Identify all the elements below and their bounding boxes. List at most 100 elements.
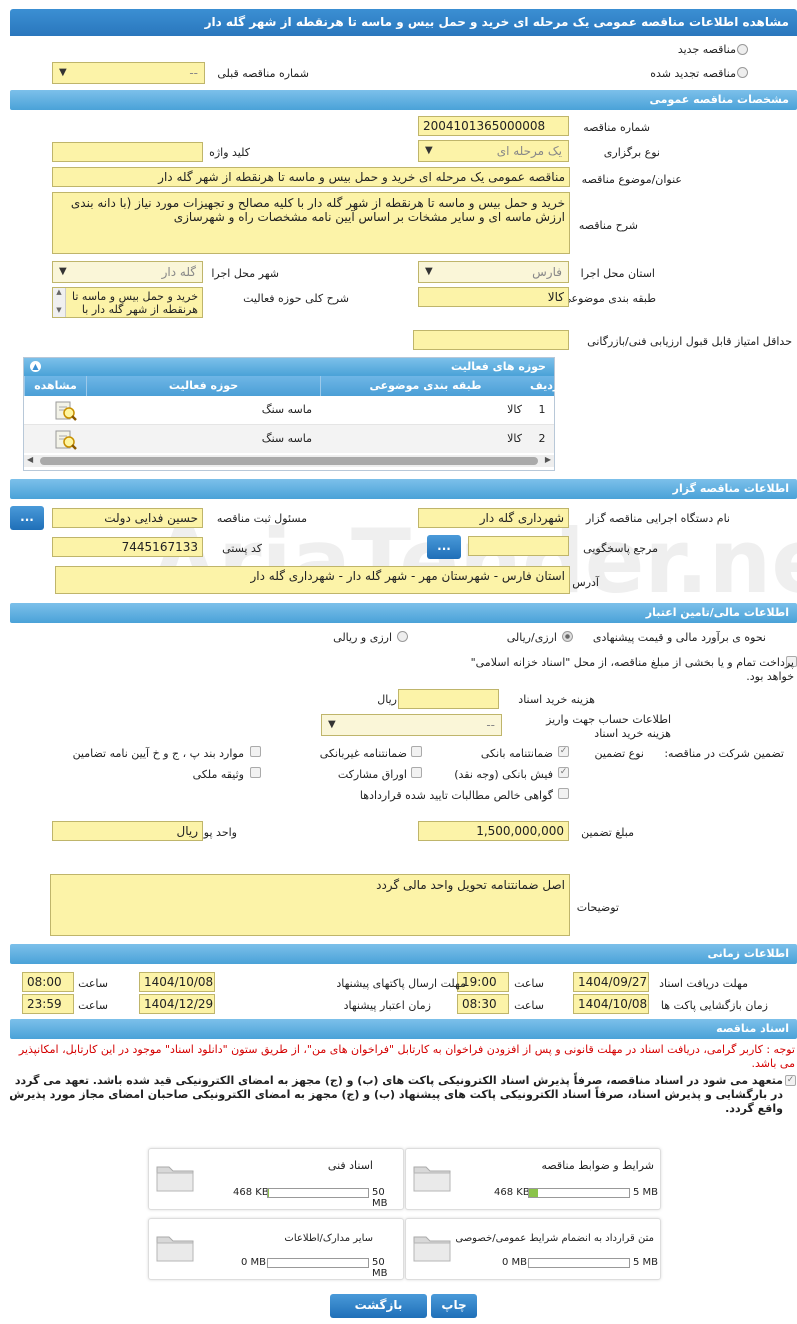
bank-guarantee-label: ضمانتنامه بانکی: [480, 747, 553, 760]
address-field[interactable]: استان فارس - شهرستان مهر - شهر گله دار -…: [55, 566, 570, 594]
scope-textarea[interactable]: خرید و حمل بیس و ماسه تا هرنقطه از شهر گ…: [52, 287, 203, 318]
renewed-tender-radio[interactable]: [737, 67, 748, 78]
prev-number-select[interactable]: -- ▼: [52, 62, 205, 84]
timing-section-header: اطلاعات زمانی: [10, 944, 797, 964]
guarantee-amount-field[interactable]: 1,500,000,000: [418, 821, 569, 841]
send-date[interactable]: 1404/10/08: [139, 972, 215, 992]
col-category: طبقه بندی موضوعی: [320, 376, 530, 396]
doc-box-title: سایر مدارک/اطلاعات: [284, 1233, 373, 1244]
doc-box-conditions[interactable]: شرایط و ضوابط مناقصه 468 KB 5 MB: [405, 1148, 661, 1210]
guarantee-type-label: نوع تضمین: [594, 747, 644, 760]
bonds-label: اوراق مشارکت: [337, 768, 407, 781]
nonbank-guarantee-checkbox[interactable]: [411, 746, 422, 757]
currency-option-label: ارزی/ریالی: [506, 631, 557, 644]
select-ref-button[interactable]: ...: [427, 535, 461, 559]
scope-scrollbar[interactable]: ▲ ▼: [53, 288, 66, 317]
send-time[interactable]: 08:00: [22, 972, 74, 992]
documents-section-header: اسناد مناقصه: [10, 1019, 797, 1039]
general-section-header: مشخصات مناقصه عمومی: [10, 90, 797, 110]
doc-box-max: 50 MB: [372, 1187, 388, 1209]
folder-icon: [413, 1236, 451, 1262]
type-label: نوع برگزاری: [603, 146, 660, 159]
postal-field[interactable]: 7445167133: [52, 537, 203, 557]
subject-field[interactable]: مناقصه عمومی یک مرحله ای خرید و حمل بیس …: [52, 167, 570, 187]
ref-label: مرجع پاسخگویی: [583, 542, 658, 555]
grid-scrollbar[interactable]: ◀ ▶: [24, 455, 554, 467]
validity-time[interactable]: 23:59: [22, 994, 74, 1014]
participation-label: تضمین شرکت در مناقصه:: [664, 747, 784, 760]
chevron-down-icon: ▼: [425, 145, 433, 156]
currency-unit-field[interactable]: ریال: [52, 821, 203, 841]
renewed-tender-label: مناقصه تجدید شده: [650, 67, 736, 80]
send-label: مهلت ارسال پاکتهای پیشنهاد: [336, 977, 466, 990]
collapse-icon[interactable]: ▲: [30, 361, 41, 372]
open-time[interactable]: 08:30: [457, 994, 509, 1014]
doc-box-max: 50 MB: [372, 1257, 388, 1279]
notes-label: توضیحات: [576, 901, 619, 914]
claims-checkbox[interactable]: [558, 788, 569, 799]
bank-guarantee-checkbox[interactable]: ✓: [558, 746, 569, 757]
doc-box-title: شرایط و ضوابط مناقصه: [541, 1159, 655, 1172]
account-label: اطلاعات حساب جهت واریز هزینه خرید اسناد: [546, 713, 671, 740]
account-select[interactable]: -- ▼: [321, 714, 502, 736]
col-view: مشاهده: [24, 376, 86, 396]
claims-label: گواهی خالص مطالبات تایید شده قراردادها: [359, 789, 553, 802]
city-select[interactable]: گله دار ▼: [52, 261, 203, 283]
time-label: ساعت: [78, 999, 108, 1012]
cash-label: فیش بانکی (وجه نقد): [454, 768, 553, 781]
new-tender-radio[interactable]: [737, 44, 748, 55]
description-textarea[interactable]: خرید و حمل بیس و ماسه تا هرنقطه از شهر گ…: [52, 192, 570, 254]
clauses-checkbox[interactable]: [250, 746, 261, 757]
keyword-label: کلید واژه: [209, 146, 250, 159]
magnifier-document-icon[interactable]: [54, 429, 78, 454]
ref-field[interactable]: [468, 536, 569, 556]
tender-number-field[interactable]: 2004101365000008: [418, 116, 569, 136]
province-select[interactable]: فارس ▼: [418, 261, 569, 283]
documents-notice: توجه : کاربر گرامی، دریافت اسناد در مهلت…: [18, 1043, 795, 1070]
keyword-field[interactable]: [52, 142, 203, 162]
validity-date[interactable]: 1404/12/29: [139, 994, 215, 1014]
responsible-field[interactable]: حسین فدایی دولت: [52, 508, 203, 528]
property-checkbox[interactable]: [250, 767, 261, 778]
doc-box-progress: [267, 1188, 369, 1198]
activity-grid-title: حوزه های فعالیت: [451, 360, 546, 373]
chevron-down-icon: ▼: [328, 719, 336, 730]
currency-and-rial-radio[interactable]: [397, 631, 408, 642]
doc-box-progress: [528, 1258, 630, 1268]
row-field: ماسه سنگ: [261, 432, 312, 445]
notes-textarea[interactable]: اصل ضمانتنامه تحویل واحد مالی گردد: [50, 874, 570, 936]
activity-grid: حوزه های فعالیت ▲ ردیف طبقه بندی موضوعی ح…: [23, 357, 559, 471]
org-field[interactable]: شهرداری گله دار: [418, 508, 569, 528]
category-field[interactable]: کالا: [418, 287, 569, 307]
doc-box-max: 5 MB: [633, 1257, 659, 1268]
doc-fee-field[interactable]: [398, 689, 499, 709]
bonds-checkbox[interactable]: [411, 767, 422, 778]
open-label: زمان بازگشایی پاکت ها: [660, 999, 768, 1012]
back-button[interactable]: بازگشت: [330, 1294, 427, 1318]
doc-box-other[interactable]: سایر مدارک/اطلاعات 0 MB 50 MB: [148, 1218, 404, 1280]
min-score-field[interactable]: [413, 330, 569, 350]
chevron-down-icon: ▼: [425, 266, 433, 277]
commitment-checkbox[interactable]: ✓: [785, 1075, 796, 1086]
chevron-down-icon: ▼: [59, 67, 67, 78]
select-responsible-button[interactable]: ...: [10, 506, 44, 530]
property-label: وثیقه ملکی: [192, 768, 244, 781]
cash-checkbox[interactable]: ✓: [558, 767, 569, 778]
doc-receive-date[interactable]: 1404/09/27: [573, 972, 649, 992]
magnifier-document-icon[interactable]: [54, 400, 78, 425]
treasury-text: پرداخت تمام و یا بخشی از مبلغ مناقصه، از…: [470, 656, 794, 683]
responsible-label: مسئول ثبت مناقصه: [216, 512, 307, 525]
currency-radio[interactable]: [562, 631, 573, 642]
doc-box-contract[interactable]: متن قرارداد به انضمام شرایط عمومی/خصوصی …: [405, 1218, 661, 1280]
organizer-section-header: اطلاعات مناقصه گزار: [10, 479, 797, 499]
time-label: ساعت: [78, 977, 108, 990]
row-number: 1: [538, 403, 546, 416]
open-date[interactable]: 1404/10/08: [573, 994, 649, 1014]
doc-box-title: متن قرارداد به انضمام شرایط عمومی/خصوصی: [455, 1233, 654, 1244]
table-row: 2 کالا ماسه سنگ: [24, 425, 554, 453]
type-select[interactable]: یک مرحله ای ▼: [418, 140, 569, 162]
doc-box-technical[interactable]: اسناد فنی 468 KB 50 MB: [148, 1148, 404, 1210]
print-button[interactable]: چاپ: [431, 1294, 477, 1318]
col-field: حوزه فعالیت: [86, 376, 320, 396]
validity-label: زمان اعتبار پیشنهاد: [343, 999, 431, 1012]
